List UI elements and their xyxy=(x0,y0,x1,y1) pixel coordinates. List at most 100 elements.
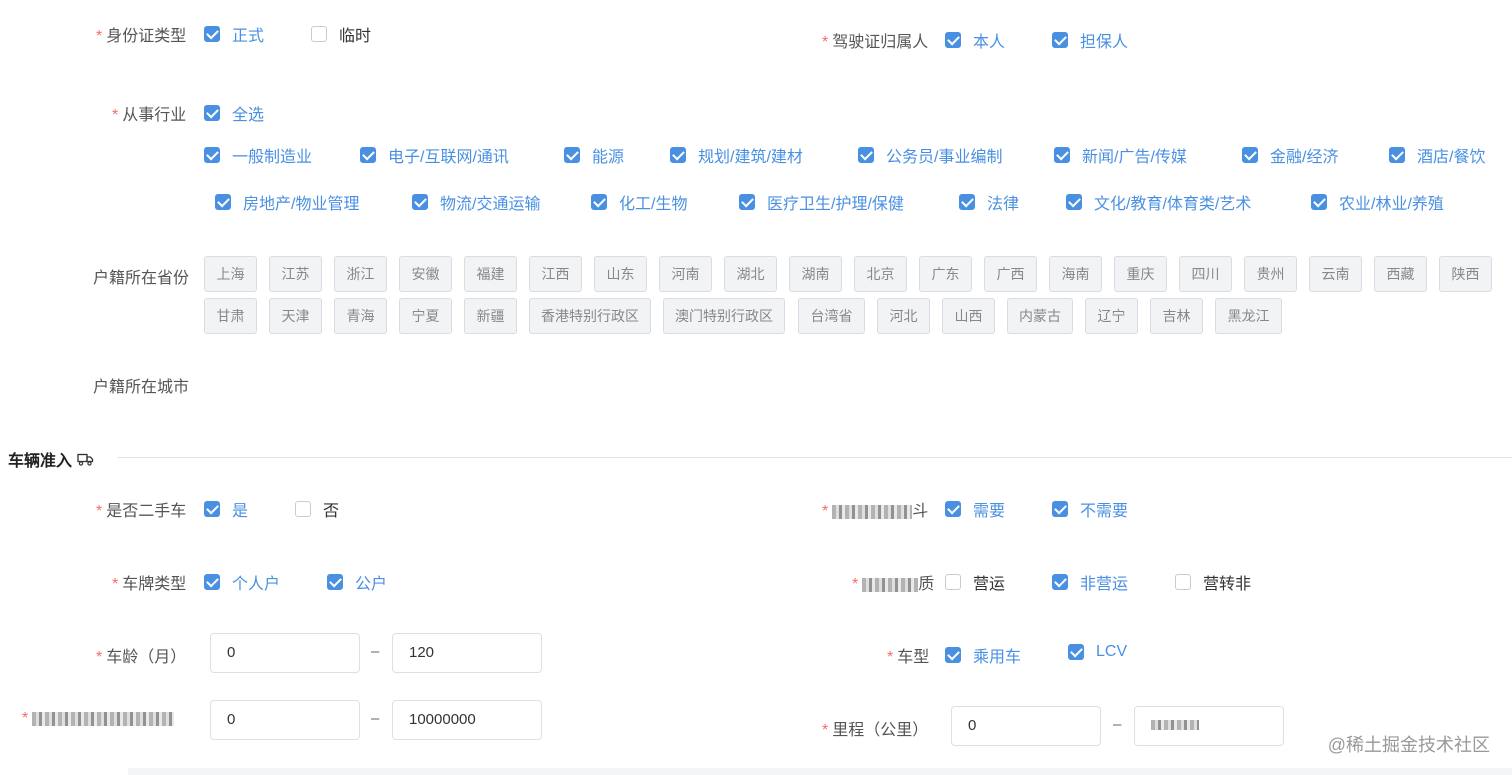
checkbox-checked-icon xyxy=(564,147,580,163)
province-tag[interactable]: 青海 xyxy=(334,298,387,334)
used-car-yes-checkbox[interactable]: 是 xyxy=(204,497,248,521)
province-tag[interactable]: 辽宁 xyxy=(1085,298,1138,334)
need-field-label: * 斗 xyxy=(822,503,929,520)
industry-checkbox[interactable]: 新闻/广告/传媒 xyxy=(1054,143,1187,167)
checkbox-unchecked-icon xyxy=(1175,574,1191,590)
province-tag[interactable]: 安徽 xyxy=(399,256,452,292)
province-tag[interactable]: 甘肃 xyxy=(204,298,257,334)
industry-select-all-checkbox[interactable]: 全选 xyxy=(204,101,264,125)
price-max-input[interactable]: 10000000 xyxy=(392,700,542,740)
need-checkbox[interactable]: 需要 xyxy=(945,497,1005,521)
province-tag[interactable]: 宁夏 xyxy=(399,298,452,334)
province-tag[interactable]: 上海 xyxy=(204,256,257,292)
province-tag[interactable]: 河南 xyxy=(659,256,712,292)
mileage-min-input[interactable]: 0 xyxy=(951,706,1101,746)
province-tag[interactable]: 天津 xyxy=(269,298,322,334)
province-tag[interactable]: 西藏 xyxy=(1374,256,1427,292)
province-tag[interactable]: 海南 xyxy=(1049,256,1102,292)
province-tag[interactable]: 澳门特别行政区 xyxy=(663,298,785,334)
non-operating-checkbox[interactable]: 非营运 xyxy=(1052,570,1128,594)
province-tag[interactable]: 山西 xyxy=(942,298,995,334)
price-range-label: * xyxy=(22,710,175,728)
province-tag[interactable]: 江西 xyxy=(529,256,582,292)
province-tag[interactable]: 湖北 xyxy=(724,256,777,292)
car-model-passenger-checkbox[interactable]: 乘用车 xyxy=(945,643,1021,667)
section-divider xyxy=(118,457,1512,458)
province-tag[interactable]: 湖南 xyxy=(789,256,842,292)
province-tag[interactable]: 贵州 xyxy=(1244,256,1297,292)
province-tag[interactable]: 江苏 xyxy=(269,256,322,292)
checkbox-checked-icon xyxy=(360,147,376,163)
plate-company-checkbox[interactable]: 公户 xyxy=(327,570,387,594)
industry-checkbox[interactable]: 医疗卫生/护理/保健 xyxy=(739,190,904,214)
province-tag[interactable]: 广东 xyxy=(919,256,972,292)
industry-checkbox[interactable]: 酒店/餐饮 xyxy=(1389,143,1485,167)
checkbox-checked-icon xyxy=(670,147,686,163)
car-age-max-input[interactable]: 120 xyxy=(392,633,542,673)
province-tag[interactable]: 北京 xyxy=(854,256,907,292)
province-tag[interactable]: 河北 xyxy=(877,298,930,334)
province-tag[interactable]: 吉林 xyxy=(1150,298,1203,334)
province-tag[interactable]: 陕西 xyxy=(1439,256,1492,292)
plate-personal-checkbox[interactable]: 个人户 xyxy=(204,570,280,594)
province-tag[interactable]: 黑龙江 xyxy=(1215,298,1282,334)
checkbox-checked-icon xyxy=(959,194,975,210)
checkbox-checked-icon xyxy=(204,105,220,121)
province-tag[interactable]: 四川 xyxy=(1179,256,1232,292)
checkbox-checked-icon xyxy=(1066,194,1082,210)
checkbox-checked-icon xyxy=(1068,644,1084,660)
checkbox-checked-icon xyxy=(945,647,961,663)
industry-checkbox[interactable]: 电子/互联网/通讯 xyxy=(360,143,509,167)
range-separator: – xyxy=(371,710,380,727)
province-tag[interactable]: 云南 xyxy=(1309,256,1362,292)
car-model-label: * 车型 xyxy=(887,649,930,666)
checkbox-checked-icon xyxy=(739,194,755,210)
redacted-text xyxy=(32,711,175,726)
converted-checkbox[interactable]: 营转非 xyxy=(1175,570,1251,594)
checkbox-checked-icon xyxy=(1389,147,1405,163)
industry-checkbox[interactable]: 化工/生物 xyxy=(591,190,687,214)
no-need-checkbox[interactable]: 不需要 xyxy=(1052,497,1128,521)
province-tag[interactable]: 浙江 xyxy=(334,256,387,292)
industry-checkbox[interactable]: 公务员/事业编制 xyxy=(858,143,1002,167)
industry-checkbox[interactable]: 能源 xyxy=(564,143,624,167)
industry-checkbox[interactable]: 房地产/物业管理 xyxy=(215,190,359,214)
industry-checkbox[interactable]: 一般制造业 xyxy=(204,143,312,167)
license-owner-guarantor-checkbox[interactable]: 担保人 xyxy=(1052,28,1128,52)
checkbox-checked-icon xyxy=(945,32,961,48)
industry-checkbox[interactable]: 文化/教育/体育类/艺术 xyxy=(1066,190,1251,214)
operating-checkbox[interactable]: 营运 xyxy=(945,570,1005,594)
province-tag[interactable]: 重庆 xyxy=(1114,256,1167,292)
checkbox-checked-icon xyxy=(1052,501,1068,517)
id-type-temp-checkbox[interactable]: 临时 xyxy=(311,22,371,46)
license-owner-self-checkbox[interactable]: 本人 xyxy=(945,28,1005,52)
checkbox-checked-icon xyxy=(204,501,220,517)
checkbox-checked-icon xyxy=(204,147,220,163)
industry-checkbox[interactable]: 物流/交通运输 xyxy=(412,190,540,214)
mileage-label: * 里程（公里） xyxy=(822,722,929,739)
province-tag[interactable]: 福建 xyxy=(464,256,517,292)
checkbox-checked-icon xyxy=(1052,574,1068,590)
car-age-min-input[interactable]: 0 xyxy=(210,633,360,673)
id-type-formal-checkbox[interactable]: 正式 xyxy=(204,22,264,46)
license-owner-label: * 驾驶证归属人 xyxy=(822,34,929,51)
range-separator: – xyxy=(371,643,380,660)
industry-checkbox[interactable]: 金融/经济 xyxy=(1242,143,1338,167)
province-tag[interactable]: 内蒙古 xyxy=(1007,298,1073,334)
province-tag[interactable]: 新疆 xyxy=(464,298,517,334)
province-tag[interactable]: 香港特别行政区 xyxy=(529,298,651,334)
industry-checkbox[interactable]: 规划/建筑/建材 xyxy=(670,143,803,167)
truck-icon xyxy=(77,453,94,466)
industry-checkbox[interactable]: 农业/林业/养殖 xyxy=(1311,190,1444,214)
industry-checkbox[interactable]: 法律 xyxy=(959,190,1019,214)
checkbox-checked-icon xyxy=(204,26,220,42)
used-car-no-checkbox[interactable]: 否 xyxy=(295,497,339,521)
province-tag[interactable]: 台湾省 xyxy=(798,298,865,334)
price-min-input[interactable]: 0 xyxy=(210,700,360,740)
checkbox-checked-icon xyxy=(1052,32,1068,48)
checkbox-checked-icon xyxy=(1054,147,1070,163)
mileage-max-input[interactable] xyxy=(1134,706,1284,746)
province-tag[interactable]: 广西 xyxy=(984,256,1037,292)
province-tag[interactable]: 山东 xyxy=(594,256,647,292)
car-model-lcv-checkbox[interactable]: LCV xyxy=(1068,643,1127,661)
